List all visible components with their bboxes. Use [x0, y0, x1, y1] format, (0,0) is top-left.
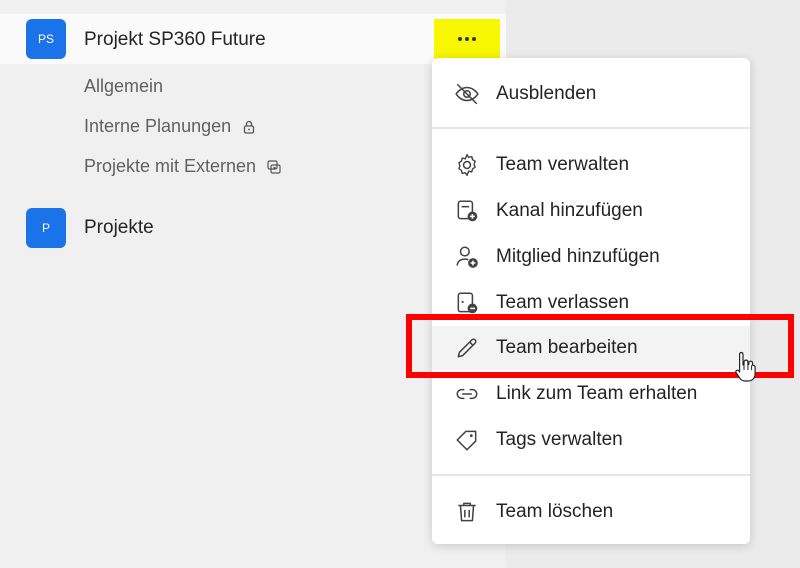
team-context-menu: Ausblenden Team verwalten Kanal hinzufüg…: [432, 58, 750, 544]
menu-label: Mitglied hinzufügen: [496, 246, 660, 267]
menu-label: Tags verwalten: [496, 429, 623, 450]
menu-label: Team verlassen: [496, 292, 630, 313]
menu-item-hide[interactable]: Ausblenden: [432, 72, 750, 116]
menu-item-delete-team[interactable]: Team löschen: [432, 490, 750, 534]
leave-team-icon: [457, 292, 478, 314]
menu-item-get-link[interactable]: Link zum Team erhalten: [432, 372, 750, 416]
menu-label: Kanal hinzufügen: [496, 200, 643, 221]
link-icon: [456, 388, 478, 400]
shared-channel-icon: [267, 159, 281, 174]
team-name[interactable]: Projekte: [84, 217, 154, 239]
team-avatar: PS: [26, 19, 66, 59]
hand-cursor-icon: [735, 351, 756, 382]
gear-icon: [458, 154, 476, 176]
menu-divider: [432, 474, 750, 476]
team-avatar: P: [26, 208, 66, 248]
channel-label: Interne Planungen: [84, 116, 232, 136]
more-options-button[interactable]: [434, 19, 500, 59]
team-name[interactable]: Projekt SP360 Future: [84, 29, 266, 51]
menu-item-manage-tags[interactable]: Tags verwalten: [432, 418, 750, 462]
channel-item[interactable]: Allgemein: [84, 76, 163, 97]
tag-icon: [456, 430, 477, 451]
menu-label: Link zum Team erhalten: [496, 383, 698, 404]
menu-label: Team verwalten: [496, 154, 630, 175]
eye-off-icon: [455, 83, 479, 105]
channel-item[interactable]: Projekte mit Externen: [84, 156, 282, 177]
menu-divider: [432, 127, 750, 129]
more-options-icon: [458, 37, 462, 41]
trash-icon: [458, 502, 476, 522]
menu-item-add-channel[interactable]: Kanal hinzufügen: [432, 189, 750, 233]
menu-item-add-member[interactable]: Mitglied hinzufügen: [432, 235, 750, 279]
channel-label: Allgemein: [84, 76, 164, 96]
channel-label: Projekte mit Externen: [84, 156, 257, 176]
menu-label: Team löschen: [496, 501, 614, 522]
add-person-icon: [456, 246, 478, 268]
add-channel-icon: [457, 200, 478, 222]
channel-item[interactable]: Interne Planungen: [84, 116, 257, 137]
team-sidebar: [0, 0, 506, 568]
menu-label: Ausblenden: [496, 83, 597, 104]
menu-item-manage-team[interactable]: Team verwalten: [432, 143, 750, 187]
lock-icon: [243, 120, 255, 134]
